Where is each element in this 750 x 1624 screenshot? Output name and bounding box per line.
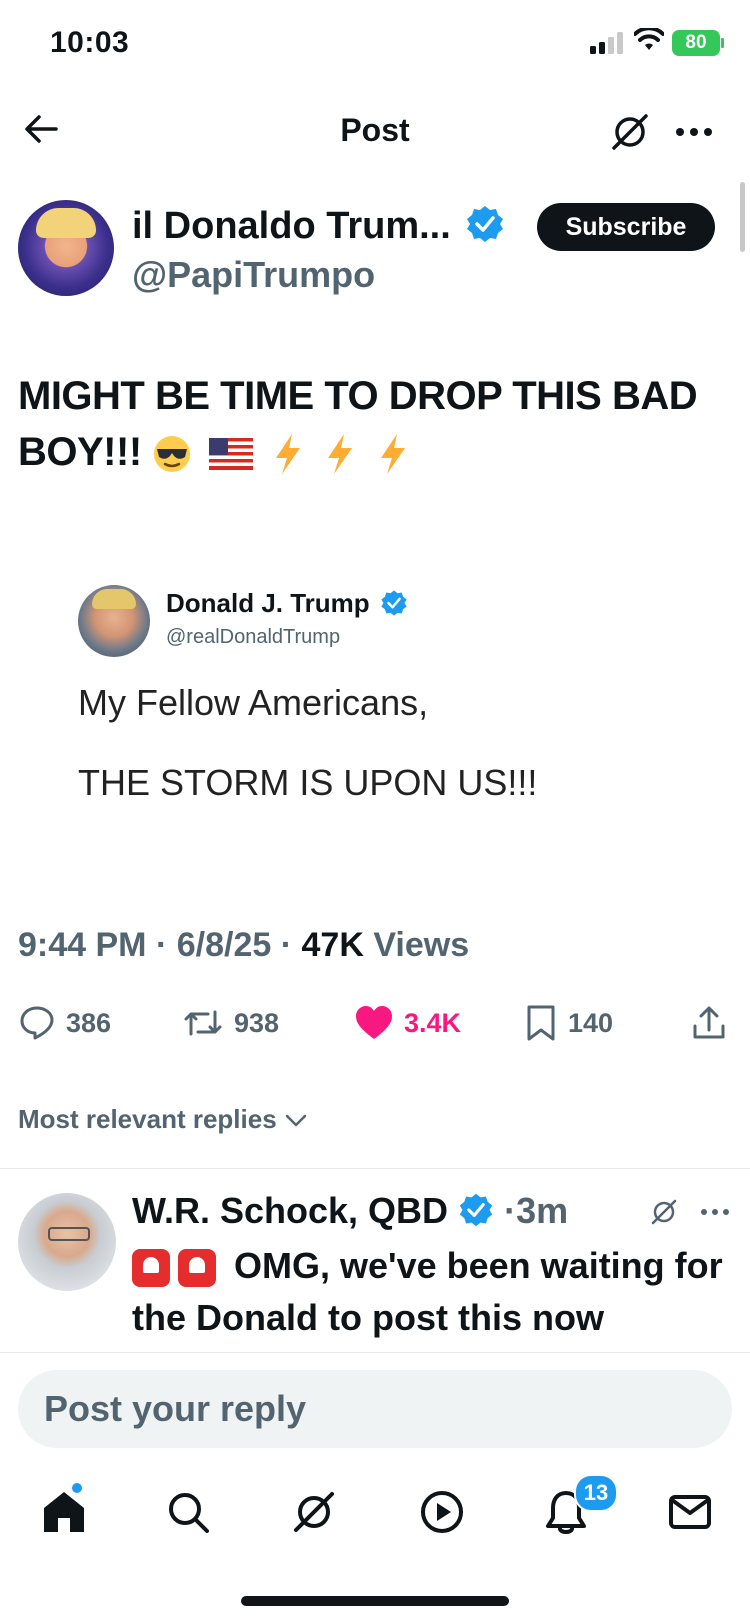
more-icon[interactable]	[670, 112, 718, 152]
verified-badge-icon	[381, 590, 407, 616]
home-indicator[interactable]	[241, 1596, 509, 1606]
post-meta: 9:44 PM · 6/8/25 · 47K Views	[18, 926, 469, 965]
chevron-down-icon[interactable]	[284, 1110, 308, 1130]
avatar[interactable]	[18, 200, 114, 296]
meta-separator: ·	[280, 926, 293, 964]
home-icon[interactable]	[40, 1488, 88, 1536]
battery-indicator: 80	[672, 30, 720, 56]
author-name[interactable]: il Donaldo Trum...	[132, 204, 505, 248]
replies-sort-dropdown[interactable]: Most relevant replies	[18, 1104, 308, 1135]
views-label: Views	[373, 926, 470, 964]
like-action[interactable]: 3.4K	[354, 1003, 461, 1043]
quoted-avatar	[78, 585, 150, 657]
subscribe-button[interactable]: Subscribe	[537, 203, 715, 251]
siren-emoji	[178, 1249, 216, 1288]
video-icon[interactable]	[418, 1488, 466, 1536]
like-count: 3.4K	[404, 1007, 462, 1038]
grok-icon[interactable]	[290, 1488, 338, 1536]
lightning-emoji	[275, 434, 300, 475]
author-handle[interactable]: @PapiTrumpo	[132, 254, 375, 296]
reply-avatar[interactable]	[18, 1193, 116, 1291]
siren-emoji	[132, 1249, 170, 1288]
post-time[interactable]: 9:44 PM	[18, 926, 147, 964]
share-icon[interactable]	[690, 1004, 728, 1042]
reply-icon[interactable]	[18, 1004, 56, 1042]
bookmark-action[interactable]: 140	[524, 1003, 613, 1043]
lightning-emoji	[328, 434, 353, 475]
sunglasses-emoji	[154, 436, 191, 473]
grok-icon[interactable]	[648, 1196, 680, 1228]
reply-header: W.R. Schock, QBD ·3m	[132, 1190, 568, 1232]
verified-badge-icon	[467, 206, 504, 242]
reply-count: 386	[66, 1007, 112, 1038]
more-icon[interactable]	[698, 1200, 732, 1224]
quoted-name: Donald J. Trump	[166, 588, 408, 619]
post-date[interactable]: 6/8/25	[177, 926, 272, 964]
quoted-text-line-1: My Fellow Americans,	[78, 682, 429, 723]
views-count: 47K	[301, 926, 364, 964]
reply-time[interactable]: 3m	[516, 1190, 568, 1231]
reply-input[interactable]	[18, 1370, 732, 1448]
verified-badge-icon	[459, 1193, 493, 1227]
wifi-icon	[634, 28, 664, 50]
repost-action[interactable]: 938	[182, 1003, 279, 1043]
home-notification-dot	[72, 1483, 82, 1493]
tweet-text: MIGHT BE TIME TO DROP THIS BAD BOY!!!	[18, 368, 718, 480]
bookmark-icon[interactable]	[524, 1003, 558, 1043]
divider	[0, 1168, 750, 1169]
heart-icon[interactable]	[354, 1004, 394, 1042]
notifications-badge: 13	[574, 1474, 618, 1512]
reply-action[interactable]: 386	[18, 1003, 111, 1043]
meta-separator: ·	[155, 926, 168, 964]
replies-sort-label[interactable]: Most relevant replies	[18, 1104, 277, 1134]
repost-count: 938	[234, 1007, 280, 1038]
repost-icon[interactable]	[182, 1004, 224, 1042]
bookmark-count: 140	[568, 1007, 614, 1038]
reply-text: OMG, we've been waiting for the Donald t…	[132, 1240, 732, 1344]
us-flag-emoji	[208, 438, 253, 471]
quoted-name-text: Donald J. Trump	[166, 588, 370, 618]
scrollbar[interactable]	[740, 182, 745, 252]
author-name-text[interactable]: il Donaldo Trum...	[132, 205, 451, 247]
battery-cap	[721, 38, 724, 48]
cellular-signal-icon	[590, 32, 623, 54]
lightning-emoji	[380, 434, 405, 475]
status-time: 10:03	[50, 26, 130, 59]
reply-separator: ·	[504, 1190, 517, 1231]
reply-text-content: OMG, we've been waiting for the Donald t…	[132, 1245, 723, 1338]
search-icon[interactable]	[164, 1488, 212, 1536]
grok-icon[interactable]	[608, 110, 652, 154]
reply-author-name[interactable]: W.R. Schock, QBD	[132, 1190, 448, 1231]
quoted-handle: @realDonaldTrump	[166, 626, 341, 648]
messages-icon[interactable]	[666, 1488, 714, 1536]
quoted-text-line-2: THE STORM IS UPON US!!!	[78, 762, 538, 803]
